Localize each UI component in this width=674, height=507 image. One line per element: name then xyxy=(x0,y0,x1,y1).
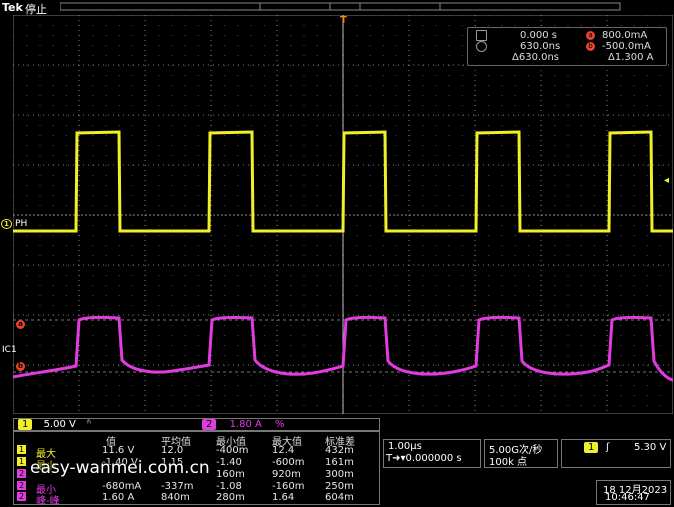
cell-min: 280m xyxy=(216,492,245,503)
cell-mean: -337m xyxy=(161,481,194,492)
ch2-label: IC1 xyxy=(2,345,17,355)
timebase-scale: 1.00µs xyxy=(388,441,422,452)
cell-min: -1.40 xyxy=(216,457,242,468)
acquisition-box[interactable]: 5.00G次/秒 100k 点 xyxy=(484,439,558,468)
cell-max: 12.4 xyxy=(272,445,295,456)
top-status-bar: Tek 停止 xyxy=(0,0,674,16)
trigger-level-marker[interactable]: ◂ xyxy=(664,175,669,186)
ch1-badge: 1 xyxy=(18,419,33,430)
cell-min: -1.08 xyxy=(216,481,242,492)
trigger-level: 5.30 V xyxy=(634,442,667,453)
row-source-badge: 2 xyxy=(17,469,27,478)
cursor-delta-t: Δ630.0ns xyxy=(512,52,560,63)
ch1-scale-value: 5.00 V xyxy=(43,419,76,430)
ref-a-icon: a xyxy=(16,320,25,329)
row-source-badge: 1 xyxy=(17,445,27,454)
cell-max: -160m xyxy=(272,481,305,492)
cell-min: -400m xyxy=(216,445,249,456)
ch2-coupling-icon: % xyxy=(275,419,285,430)
timebase-box[interactable]: 1.00µs T➜▾0.000000 s xyxy=(383,439,481,468)
cursor-a-icon: a xyxy=(586,30,595,40)
cell-value: 11.6 V xyxy=(102,445,135,456)
cell-max: 1.64 xyxy=(272,492,295,503)
waveform-display[interactable] xyxy=(13,15,673,414)
cell-value: 1.60 A xyxy=(102,492,135,503)
ref-a-marker[interactable]: a xyxy=(16,320,25,330)
cell-stddev: 161m xyxy=(325,457,354,468)
record-view-bar[interactable] xyxy=(60,0,630,14)
ch2-badge: 2 xyxy=(202,419,217,430)
datetime-box: 18 12月2023 10:46:47 xyxy=(596,480,671,505)
ch1-label: PH xyxy=(15,219,28,229)
cell-mean: 840m xyxy=(161,492,190,503)
cell-stddev: 432m xyxy=(325,445,354,456)
cell-value: -680mA xyxy=(102,481,142,492)
cursor-t1-icon xyxy=(476,30,487,41)
cell-min: 160m xyxy=(216,469,245,480)
ch1-marker-num: 1 xyxy=(1,219,12,229)
cell-mean: 12.0 xyxy=(161,445,184,456)
row-source-badge: 2 xyxy=(17,481,27,490)
ch1-ground-marker[interactable]: 1 PH xyxy=(1,219,27,229)
brand-logo: Tek xyxy=(2,1,23,14)
cursor-t2-icon xyxy=(476,41,487,52)
row-source-badge: 1 xyxy=(17,457,27,466)
trigger-source-badge: 1 xyxy=(584,442,599,453)
record-length: 100k 点 xyxy=(489,457,528,468)
row-source-badge: 2 xyxy=(17,492,27,501)
trigger-box[interactable]: 1 ʃ 5.30 V xyxy=(561,439,671,468)
cell-max: 920m xyxy=(272,469,301,480)
ch2-ground-marker[interactable]: IC1 xyxy=(2,345,17,355)
trigger-slope-icon: ʃ xyxy=(606,442,610,453)
cursor-b-icon: b xyxy=(586,41,595,51)
cell-stddev: 250m xyxy=(325,481,354,492)
ref-b-marker[interactable]: b xyxy=(16,362,25,372)
timebase-position: T➜▾0.000000 s xyxy=(386,453,462,464)
cell-stddev: 300m xyxy=(325,469,354,480)
cursor-delta-v: Δ1.300 A xyxy=(608,52,654,63)
ch2-scale[interactable]: 2 1.80 A % xyxy=(202,418,285,431)
ch1-scale[interactable]: 1 5.00 V ʱ xyxy=(18,418,91,431)
cell-max: -600m xyxy=(272,457,305,468)
time: 10:46:47 xyxy=(605,492,650,503)
ref-b-icon: b xyxy=(16,362,25,371)
ch2-scale-value: 1.80 A xyxy=(229,419,262,430)
watermark: easy-wanmei.com.cn xyxy=(30,458,210,478)
trigger-position-marker[interactable]: T xyxy=(340,15,347,26)
cursor-readout-panel: 0.000 s a 800.0mA 630.0ns b -500.0mA Δ63… xyxy=(467,27,667,66)
ch1-bandwidth-icon: ʱ xyxy=(87,419,92,430)
cell-stddev: 604m xyxy=(325,492,354,503)
